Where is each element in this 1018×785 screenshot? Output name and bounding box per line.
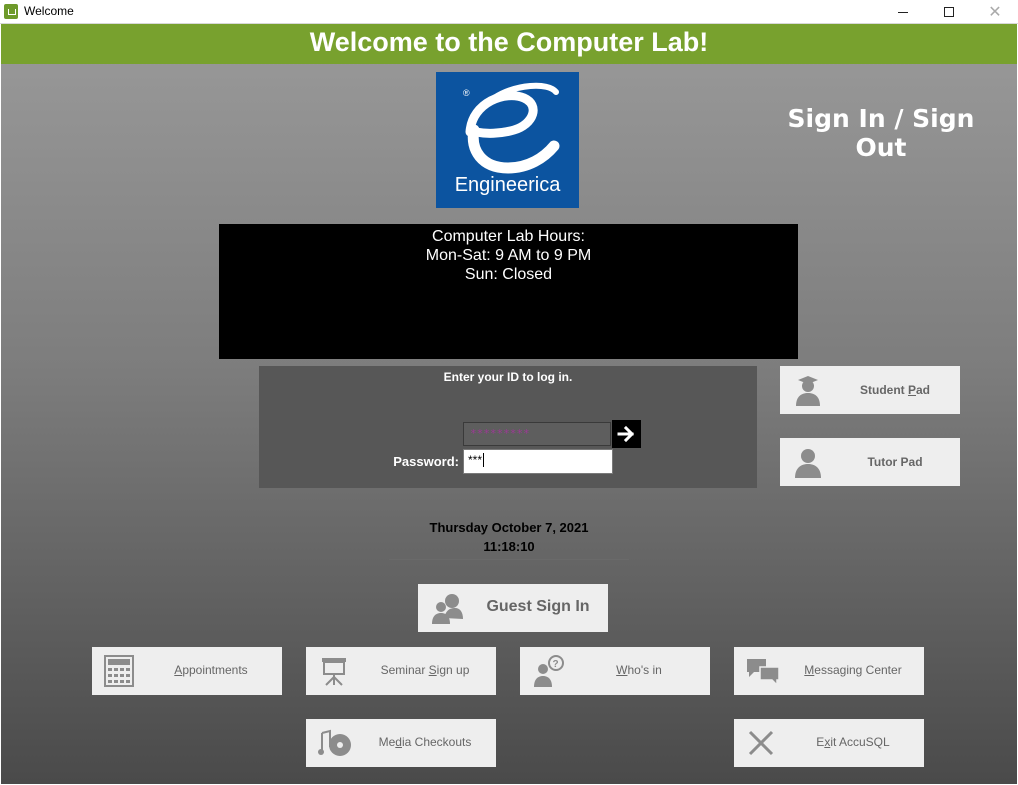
login-prompt: Enter your ID to log in. — [443, 370, 573, 384]
exit-accusql-label: Exit AccuSQL — [790, 735, 916, 749]
mnemonic-letter: M — [804, 663, 815, 677]
media-disc-icon — [318, 729, 351, 756]
mnemonic-letter: S — [428, 663, 437, 677]
mnemonic-letter: d — [395, 735, 402, 749]
minimize-icon — [898, 11, 908, 13]
label-part: ign up — [436, 663, 470, 677]
label-part: Seminar — [380, 663, 429, 677]
student-pad-button[interactable]: Student Pad — [780, 366, 960, 414]
label-part: ia Checkouts — [401, 735, 472, 749]
guest-sign-in-button[interactable]: Guest Sign In — [418, 584, 608, 632]
welcome-banner: Welcome to the Computer Lab! — [1, 24, 1017, 64]
chat-bubbles-icon — [747, 659, 780, 687]
appointments-button[interactable]: Appointments — [92, 647, 282, 695]
logo-text: Engineerica — [454, 174, 561, 196]
hours-line-1: Computer Lab Hours: — [432, 228, 585, 245]
mnemonic-letter: W — [616, 663, 628, 677]
engineerica-logo: ® Engineerica — [436, 72, 579, 208]
seminar-sign-up-button[interactable]: Seminar Sign up — [306, 647, 496, 695]
app-window: Welcome to the Computer Lab! ® Engineeri… — [1, 24, 1017, 784]
id-input[interactable]: ********* — [463, 422, 611, 446]
label-part: ad — [916, 383, 931, 397]
minimize-button[interactable] — [880, 0, 926, 24]
password-input[interactable]: *** — [463, 449, 613, 474]
label-part: essaging Center — [814, 663, 902, 677]
close-x-icon — [748, 730, 774, 756]
app-lock-icon — [4, 4, 18, 19]
svg-text:?: ? — [553, 659, 559, 670]
submit-button[interactable] — [612, 420, 641, 448]
text-cursor — [483, 453, 485, 467]
login-panel: Enter your ID to log in. ********* Passw… — [259, 366, 757, 488]
calculator-icon — [104, 655, 134, 687]
student-graduate-icon — [796, 376, 820, 406]
current-time: 11:18:10 — [483, 539, 535, 554]
seminar-sign-up-label: Seminar Sign up — [362, 663, 488, 677]
guest-people-icon — [432, 594, 463, 624]
current-date: Thursday October 7, 2021 — [429, 520, 589, 535]
hours-line-2: Mon-Sat: 9 AM to 9 PM — [425, 247, 592, 264]
password-value: *** — [468, 453, 483, 467]
appointments-label: Appointments — [148, 663, 274, 677]
window-titlebar: Welcome ✕ — [0, 0, 1018, 24]
maximize-icon — [944, 7, 954, 17]
hours-line-3: Sun: Closed — [464, 266, 553, 283]
close-icon: ✕ — [988, 4, 1002, 21]
mnemonic-letter: P — [907, 383, 916, 397]
close-button[interactable]: ✕ — [972, 0, 1018, 24]
label-part: ppointments — [182, 663, 248, 677]
media-checkouts-button[interactable]: Media Checkouts — [306, 719, 496, 767]
label-part: Student — [859, 383, 908, 397]
maximize-button[interactable] — [926, 0, 972, 24]
messaging-center-label: Messaging Center — [790, 663, 916, 677]
arrow-right-icon — [617, 425, 634, 443]
window-title: Welcome — [24, 4, 74, 18]
presentation-easel-icon — [322, 658, 346, 686]
label-part: Me — [378, 735, 396, 749]
whos-in-button[interactable]: ? Who's in — [520, 647, 710, 695]
label-part: ho's in — [627, 663, 662, 677]
media-checkouts-label: Media Checkouts — [362, 735, 488, 749]
sign-in-out-heading: Sign In / Sign Out — [787, 104, 975, 162]
date-time-display: Thursday October 7, 2021 11:18:10 — [389, 518, 629, 560]
tutor-pad-label: Tutor Pad — [867, 455, 923, 469]
registered-mark: ® — [463, 88, 470, 98]
messaging-center-button[interactable]: Messaging Center — [734, 647, 924, 695]
exit-accusql-button[interactable]: Exit AccuSQL — [734, 719, 924, 767]
whos-in-label: Who's in — [576, 663, 702, 677]
people-question-icon: ? — [534, 655, 564, 687]
tutor-person-icon — [795, 449, 821, 478]
student-pad-label: Student Pad — [840, 383, 950, 397]
password-label: Password: — [393, 454, 459, 469]
tutor-pad-button[interactable]: Tutor Pad — [780, 438, 960, 486]
guest-sign-in-label: Guest Sign In — [486, 598, 590, 615]
lab-hours-panel: Computer Lab Hours: Mon-Sat: 9 AM to 9 P… — [219, 224, 798, 359]
label-part: it AccuSQL — [830, 735, 890, 749]
